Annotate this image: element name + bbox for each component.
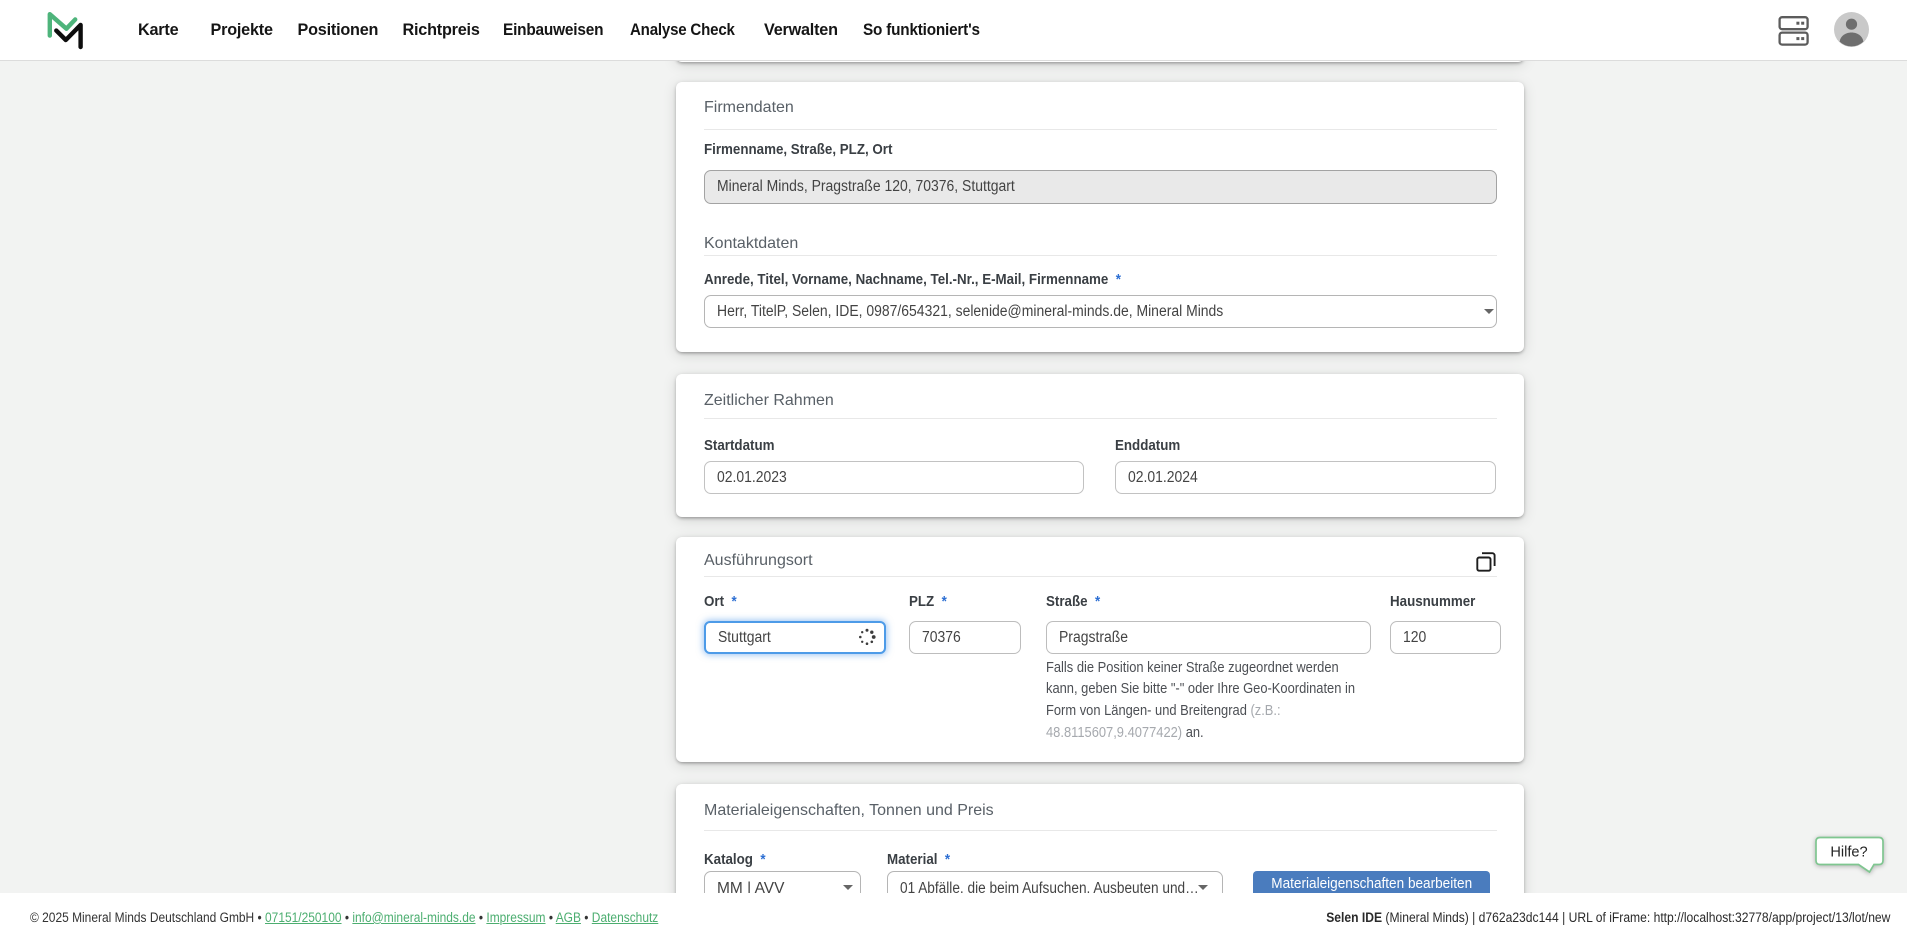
svg-text:Hilfe?: Hilfe? bbox=[1830, 844, 1867, 860]
